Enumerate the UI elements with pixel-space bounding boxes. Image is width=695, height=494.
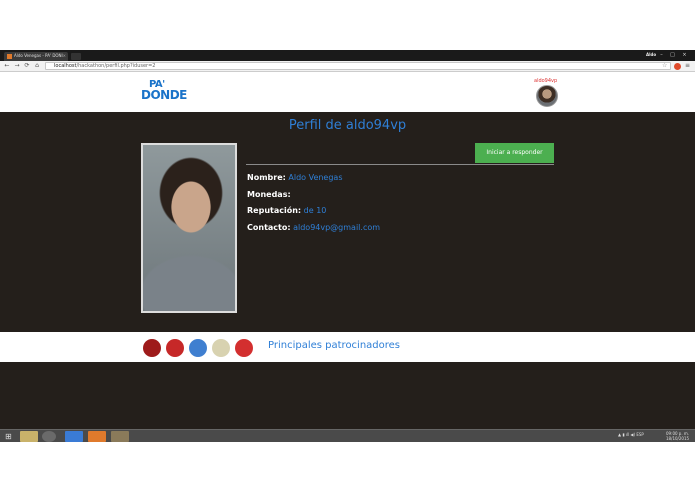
maximize-button[interactable]: □ [668, 51, 677, 59]
back-icon[interactable]: ← [3, 62, 11, 70]
url-path: /hackathon/perfil.php?iduser=2 [76, 63, 156, 69]
info-row-name: Nombre: Aldo Venegas [247, 173, 343, 182]
menu-icon[interactable]: ≡ [685, 62, 690, 69]
extension-icon[interactable] [674, 63, 681, 70]
info-row-contact: Contacto: aldo94vp@gmail.com [247, 223, 380, 232]
minimize-button[interactable]: – [657, 51, 666, 59]
url-text: localhost/hackathon/perfil.php?iduser=2 [54, 63, 155, 70]
sponsors-title: Principales patrocinadores [268, 340, 401, 351]
xampp-icon[interactable] [88, 431, 106, 442]
contact-email-link[interactable]: aldo94vp@gmail.com [293, 223, 380, 232]
profile-photo [141, 143, 237, 313]
sponsor-logo[interactable] [143, 339, 161, 357]
clock[interactable]: 09:00 p. m. 18/10/2015 [666, 431, 689, 441]
close-window-button[interactable]: × [680, 51, 689, 59]
app-icon[interactable] [65, 431, 83, 442]
home-icon[interactable]: ⌂ [33, 62, 41, 70]
sponsor-logo[interactable] [235, 339, 253, 357]
clock-date: 18/10/2015 [666, 436, 690, 441]
new-tab-button[interactable] [71, 53, 81, 60]
info-row-coins: Monedas: [247, 190, 291, 199]
favicon-icon [7, 54, 12, 59]
app-icon[interactable] [111, 431, 129, 442]
chrome-icon[interactable] [42, 431, 56, 442]
start-responding-button[interactable]: Iniciar a responder [475, 143, 554, 163]
forward-icon[interactable]: → [13, 62, 21, 70]
divider [246, 164, 554, 165]
file-explorer-icon[interactable] [20, 431, 38, 442]
info-value: de 10 [303, 206, 327, 215]
tab-title: Aldo Venegas - PA' DONI [14, 53, 63, 58]
taskbar: ⊞ ▲ ▮ ıll ◀) ESP 09:00 p. m. 18/10/2015 [0, 429, 695, 442]
screenshot: Aldo Venegas - PA' DONI × Aldo – □ × ← →… [0, 50, 695, 442]
site-header: PA' DONDE aldo94vp [0, 72, 695, 112]
info-value: Aldo Venegas [288, 173, 343, 182]
sponsors-strip: Principales patrocinadores [0, 332, 695, 362]
sponsor-logo[interactable] [189, 339, 207, 357]
sponsor-logo[interactable] [212, 339, 230, 357]
url-host: localhost [54, 63, 77, 69]
browser-user-label[interactable]: Aldo [646, 52, 656, 57]
page-title: Perfil de aldo94vp [288, 118, 407, 133]
browser-tab[interactable]: Aldo Venegas - PA' DONI × [4, 52, 68, 61]
address-bar[interactable]: localhost/hackathon/perfil.php?iduser=2 [45, 62, 671, 70]
bookmark-star-icon[interactable]: ☆ [662, 62, 667, 69]
info-row-reputation: Reputación: de 10 [247, 206, 326, 215]
site-logo[interactable]: PA' DONDE [141, 79, 187, 107]
browser-titlebar: Aldo Venegas - PA' DONI × Aldo – □ × [0, 50, 695, 61]
sponsor-logo[interactable] [166, 339, 184, 357]
tab-close-icon[interactable]: × [63, 53, 66, 58]
nav-username[interactable]: aldo94vp [534, 78, 557, 84]
reload-icon[interactable]: ⟳ [23, 62, 31, 70]
profile-section: Perfil de aldo94vp Iniciar a responder N… [0, 112, 695, 332]
avatar[interactable] [536, 85, 558, 107]
windows-start-icon[interactable]: ⊞ [5, 432, 12, 441]
browser-toolbar: ← → ⟳ ⌂ localhost/hackathon/perfil.php?i… [0, 61, 695, 72]
system-tray[interactable]: ▲ ▮ ıll ◀) ESP [618, 432, 644, 437]
info-key: Contacto: [247, 223, 291, 232]
info-key: Monedas: [247, 190, 291, 199]
logo-text-bottom: DONDE [141, 88, 187, 102]
info-key: Reputación: [247, 206, 302, 215]
info-key: Nombre: [247, 173, 286, 182]
